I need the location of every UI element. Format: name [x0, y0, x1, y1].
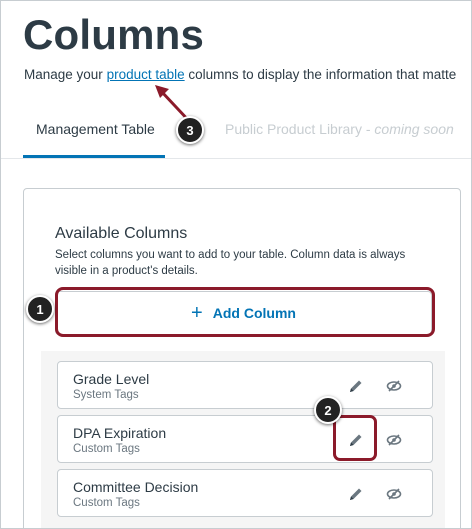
available-columns-card: Available Columns Select columns you wan… [23, 188, 461, 528]
tab-public-label: Public Product Library [225, 121, 362, 137]
eye-slash-icon[interactable] [384, 484, 404, 504]
column-tag: System Tags [73, 389, 139, 401]
intro-text-before: Manage your [24, 67, 107, 82]
page-intro: Manage your product table columns to dis… [24, 67, 471, 82]
column-name: DPA Expiration [73, 425, 167, 441]
pencil-icon[interactable] [346, 484, 366, 504]
tab-management-table[interactable]: Management Table [36, 121, 155, 137]
app-frame: Columns Manage your product table column… [0, 0, 472, 529]
column-tag: Custom Tags [73, 497, 140, 509]
available-columns-list: Grade Level System Tags DPA Expiration C… [41, 351, 445, 528]
intro-text-after: columns to display the information that … [184, 67, 457, 82]
product-table-link[interactable]: product table [107, 67, 185, 82]
column-tag: Custom Tags [73, 443, 140, 455]
available-columns-description: Select columns you want to add to your t… [55, 249, 406, 277]
edit-icon-highlight [333, 415, 377, 461]
eye-slash-icon[interactable] [384, 376, 404, 396]
active-tab-indicator [23, 155, 165, 158]
column-name: Grade Level [73, 371, 150, 387]
callout-badge-2: 2 [314, 396, 342, 424]
callout-badge-3: 3 [176, 116, 204, 144]
column-name: Committee Decision [73, 479, 199, 495]
tab-public-product-library: Public Product Library - coming soon [225, 121, 454, 137]
pencil-icon[interactable] [346, 376, 366, 396]
tab-bar: Management Table Public Product Library … [1, 109, 471, 159]
list-item: Committee Decision Custom Tags [57, 469, 433, 517]
available-columns-title: Available Columns [55, 225, 188, 242]
add-column-highlight [55, 287, 435, 337]
page-title: Columns [23, 11, 205, 58]
callout-badge-1: 1 [26, 295, 54, 323]
eye-slash-icon[interactable] [384, 430, 404, 450]
list-item: Grade Level System Tags [57, 361, 433, 409]
coming-soon-label: coming soon [374, 121, 454, 137]
